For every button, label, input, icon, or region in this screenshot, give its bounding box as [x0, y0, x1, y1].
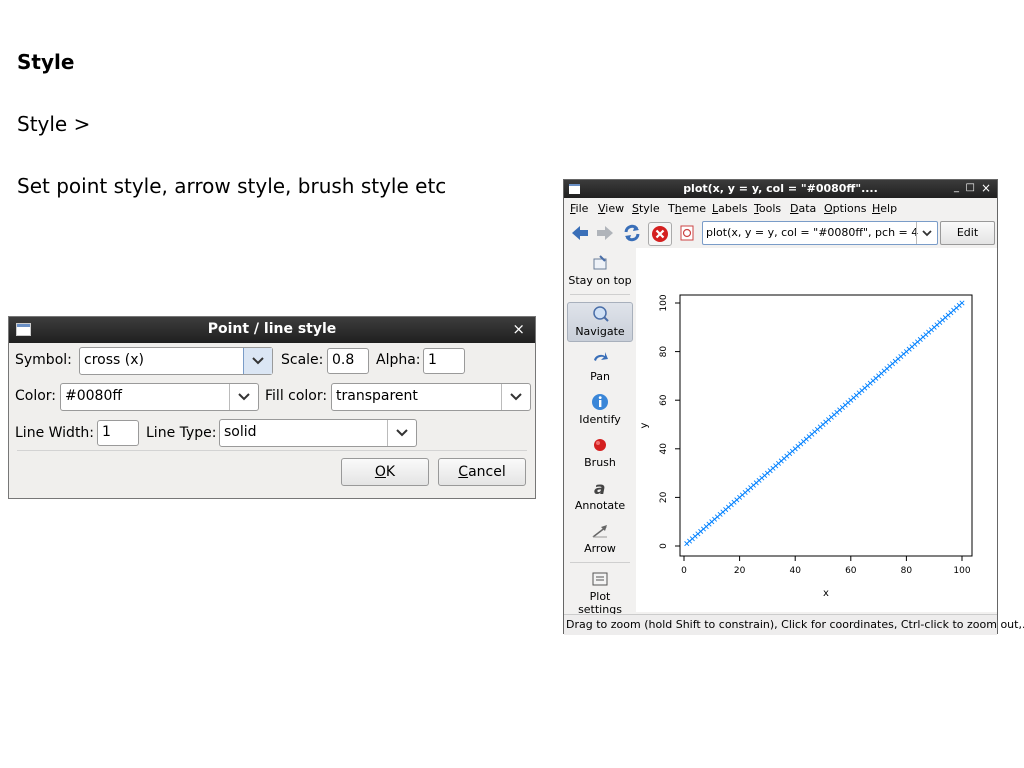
annotate-button[interactable]: a Annotate	[567, 479, 633, 512]
menu-file[interactable]: File	[570, 202, 588, 215]
x-tick-label: 100	[953, 566, 970, 576]
call-text: plot(x, y = y, col = "#0080ff", pch = 4,…	[706, 226, 918, 239]
back-arrow-icon[interactable]	[569, 222, 591, 244]
chevron-down-icon[interactable]	[916, 222, 937, 244]
annotate-icon: a	[591, 479, 609, 499]
line-width-label: Line Width:	[15, 425, 95, 441]
svg-text:a: a	[594, 479, 605, 497]
menu-tools[interactable]: Tools	[754, 202, 781, 215]
tool-sidebar: Stay on top Navigate Pan Identify Brush …	[564, 248, 636, 616]
y-tick-label: 60	[659, 394, 669, 406]
brush-button[interactable]: Brush	[567, 436, 633, 469]
chevron-down-icon[interactable]	[243, 348, 272, 374]
color-label: Color:	[15, 388, 57, 404]
menu-help[interactable]: Help	[872, 202, 897, 215]
fill-color-combo[interactable]: transparent	[331, 383, 531, 411]
divider	[570, 562, 630, 563]
close-icon[interactable]: ×	[512, 320, 525, 338]
menu-theme[interactable]: Theme	[668, 202, 706, 215]
slide-description: Set point style, arrow style, brush styl…	[17, 174, 447, 198]
plot-frame	[679, 294, 973, 557]
menu-options[interactable]: Options	[824, 202, 866, 215]
chevron-down-icon[interactable]	[387, 420, 416, 446]
x-tick-label: 40	[789, 566, 801, 576]
plot-area[interactable]: 0 20 40 60 80 100 0 20 40 60 80 100 x y	[636, 248, 997, 612]
y-tick-label: 100	[659, 294, 669, 311]
x-tick-label: 20	[734, 566, 746, 576]
stay-on-top-button[interactable]: Stay on top	[567, 254, 633, 287]
slide-title: Style	[17, 50, 75, 74]
symbol-combo[interactable]: cross (x)	[79, 347, 273, 375]
symbol-value: cross (x)	[84, 352, 144, 368]
point-line-style-dialog: Point / line style × Symbol: cross (x) S…	[8, 316, 536, 499]
menu-data[interactable]: Data	[790, 202, 816, 215]
window-titlebar: plot(x, y = y, col = "#0080ff".... _ □ ×	[564, 180, 997, 198]
pan-button[interactable]: Pan	[567, 350, 633, 383]
status-bar: Drag to zoom (hold Shift to constrain), …	[564, 614, 1024, 635]
magnifier-icon	[591, 305, 609, 323]
menu-labels[interactable]: Labels	[712, 202, 747, 215]
menu-style[interactable]: Style	[632, 202, 660, 215]
refresh-icon[interactable]	[621, 222, 643, 244]
arrow-icon	[591, 522, 609, 540]
x-tick-label: 80	[901, 566, 913, 576]
slide-breadcrumb: Style >	[17, 112, 91, 136]
alpha-label: Alpha:	[376, 352, 421, 368]
alpha-input[interactable]: 1	[423, 348, 465, 374]
red-dot-icon	[591, 436, 609, 454]
minimize-icon[interactable]: _	[954, 182, 959, 193]
window-title: plot(x, y = y, col = "#0080ff"....	[683, 182, 878, 195]
pin-icon	[591, 254, 609, 272]
y-tick-label: 80	[659, 346, 669, 358]
color-value: #0080ff	[65, 388, 123, 404]
chevron-down-icon[interactable]	[501, 384, 530, 410]
navigate-button[interactable]: Navigate	[567, 302, 633, 342]
dialog-title: Point / line style	[207, 321, 337, 337]
x-tick-label: 60	[845, 566, 857, 576]
pan-arrow-icon	[591, 350, 609, 368]
maximize-icon[interactable]: □	[966, 182, 975, 193]
identify-button[interactable]: Identify	[567, 393, 633, 426]
y-tick-label: 0	[659, 543, 669, 549]
chevron-down-icon[interactable]	[229, 384, 258, 410]
menu-bar: File View Style Theme Labels Tools Data …	[564, 199, 997, 219]
cancel-button[interactable]: Cancel	[438, 458, 526, 486]
info-icon	[591, 393, 609, 411]
menu-view[interactable]: View	[598, 202, 624, 215]
x-axis-label: x	[823, 588, 829, 599]
line-width-input[interactable]: 1	[97, 420, 139, 446]
plot-window: plot(x, y = y, col = "#0080ff".... _ □ ×…	[563, 179, 1024, 635]
fill-color-value: transparent	[336, 388, 418, 404]
symbol-label: Symbol:	[15, 352, 72, 368]
scale-input[interactable]: 0.8	[327, 348, 369, 374]
ok-button[interactable]: OK	[341, 458, 429, 486]
status-text: Drag to zoom (hold Shift to constrain), …	[566, 618, 1024, 631]
line-type-value: solid	[224, 424, 257, 440]
recording-icon[interactable]	[676, 222, 698, 244]
divider	[17, 450, 527, 451]
line-type-label: Line Type:	[146, 425, 217, 441]
y-tick-label: 20	[659, 491, 669, 503]
close-icon[interactable]: ×	[981, 181, 991, 195]
line-type-combo[interactable]: solid	[219, 419, 417, 447]
dialog-titlebar: Point / line style ×	[9, 317, 535, 343]
fill-color-label: Fill color:	[265, 388, 328, 404]
arrow-button[interactable]: Arrow	[567, 522, 633, 555]
plot-settings-button[interactable]: Plot settings	[567, 570, 633, 616]
scale-label: Scale:	[281, 352, 324, 368]
edit-call-button[interactable]: Edit call...	[940, 221, 995, 261]
call-combo[interactable]: plot(x, y = y, col = "#0080ff", pch = 4,…	[702, 221, 938, 245]
y-axis-label: y	[639, 422, 650, 428]
color-combo[interactable]: #0080ff	[60, 383, 259, 411]
data-point	[959, 300, 965, 306]
scatter-chart: 0 20 40 60 80 100 0 20 40 60 80 100 x y	[639, 294, 973, 599]
y-tick-label: 40	[659, 443, 669, 455]
settings-icon	[591, 570, 609, 588]
x-tick-label: 0	[681, 566, 687, 576]
forward-arrow-icon[interactable]	[594, 222, 616, 244]
divider	[570, 294, 630, 295]
stop-icon[interactable]	[648, 222, 672, 246]
